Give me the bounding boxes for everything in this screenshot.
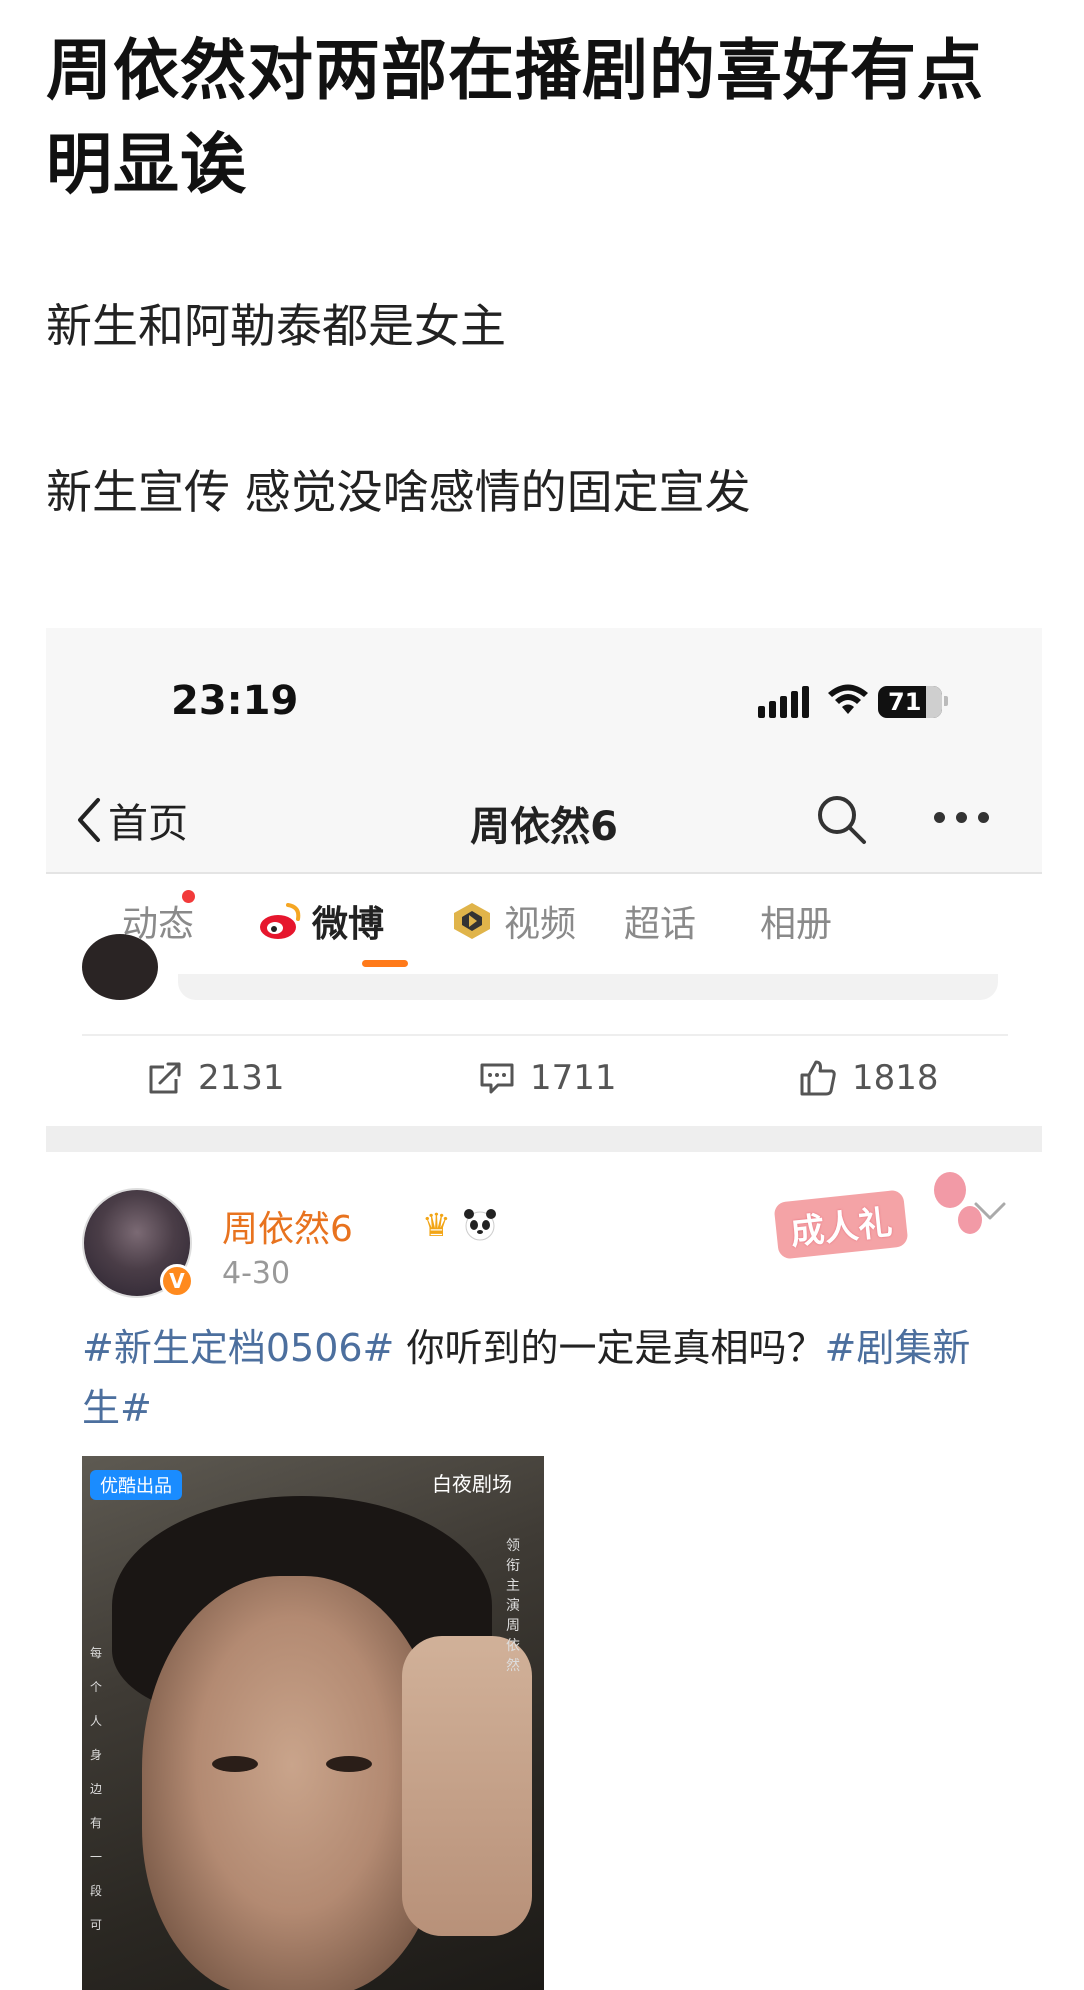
previous-post-peek <box>46 934 1042 1014</box>
comment-icon <box>480 1063 514 1094</box>
status-icons: 71 <box>758 684 958 724</box>
post-actions: 2131 1711 1818 <box>46 1038 1042 1134</box>
status-bar: 23:19 71 <box>46 628 1042 764</box>
hashtag-link[interactable]: #新生定档0506# <box>82 1326 394 1370</box>
profile-tabs: 动态 微博 视频 超话 相册 <box>46 876 1042 974</box>
page-title: 周依然6 <box>470 804 618 850</box>
post-paragraph: 新生宣传 感觉没啥感情的固定宣发 <box>46 465 751 519</box>
status-time: 23:19 <box>171 678 299 724</box>
tab-weibo[interactable]: 微博 <box>258 896 384 946</box>
previous-post-content <box>178 974 998 1000</box>
crown-icon: ♛ <box>422 1206 451 1244</box>
nav-bar: 首页 周依然6 <box>46 764 1042 874</box>
wifi-icon <box>828 684 868 714</box>
notification-dot <box>182 890 195 903</box>
post-text: 你听到的一定是真相吗？ <box>394 1326 825 1370</box>
post-image[interactable]: 优酷出品 白夜剧场 领衔主演 周依然 每个人身边有一段可 <box>82 1456 544 1990</box>
tab-video[interactable]: 视频 <box>450 896 576 946</box>
thumbs-up-icon <box>800 1060 836 1096</box>
coming-of-age-badge: 成人礼 <box>766 1166 986 1266</box>
avatar <box>82 934 158 1000</box>
repost-count: 2131 <box>198 1058 285 1098</box>
tab-supertopic[interactable]: 超话 <box>624 896 696 946</box>
poster-brand: 白夜剧场 <box>432 1472 512 1496</box>
poster-slogan: 每个人身边有一段可 <box>90 1646 103 1932</box>
author-name[interactable]: 周依然6 <box>222 1200 353 1252</box>
feed-separator <box>46 1126 1042 1152</box>
search-icon[interactable] <box>814 792 868 846</box>
chevron-down-icon[interactable] <box>972 1200 1008 1222</box>
verified-badge: V <box>160 1264 194 1298</box>
like-button[interactable]: 1818 <box>798 1058 939 1098</box>
embedded-screenshot: 23:19 71 首页 周依然6 动态 微博 视频 超话 相册 2131 171… <box>46 628 1042 1990</box>
active-tab-indicator <box>362 960 408 967</box>
comment-button[interactable]: 1711 <box>478 1058 617 1098</box>
battery-icon: 71 <box>878 686 942 718</box>
tab-label: 视频 <box>504 904 577 945</box>
like-count: 1818 <box>852 1058 939 1098</box>
comment-count: 1711 <box>530 1058 617 1098</box>
post-date: 4-30 <box>222 1256 291 1291</box>
video-icon <box>454 903 490 939</box>
repost-button[interactable]: 2131 <box>146 1058 285 1098</box>
panda-icon <box>464 1209 496 1241</box>
repost-icon <box>149 1062 181 1094</box>
tab-label: 相册 <box>760 904 833 945</box>
badge-label: 成人礼 <box>773 1189 909 1260</box>
battery-level: 71 <box>888 688 922 716</box>
poster-tag: 优酷出品 <box>90 1470 182 1500</box>
tab-label: 超话 <box>624 904 697 945</box>
more-icon[interactable] <box>934 812 994 826</box>
poster-credit: 领衔主演 周依然 <box>506 1538 520 1674</box>
tab-label: 微博 <box>312 904 385 945</box>
divider <box>82 1034 1008 1036</box>
weibo-logo-icon <box>260 903 301 939</box>
tab-album[interactable]: 相册 <box>760 896 832 946</box>
post-title: 周依然对两部在播剧的喜好有点明显诶 <box>46 32 984 203</box>
post-paragraph: 新生和阿勒泰都是女主 <box>46 299 506 353</box>
post-body: #新生定档0506# 你听到的一定是真相吗？#剧集新生# <box>82 1318 1002 1438</box>
